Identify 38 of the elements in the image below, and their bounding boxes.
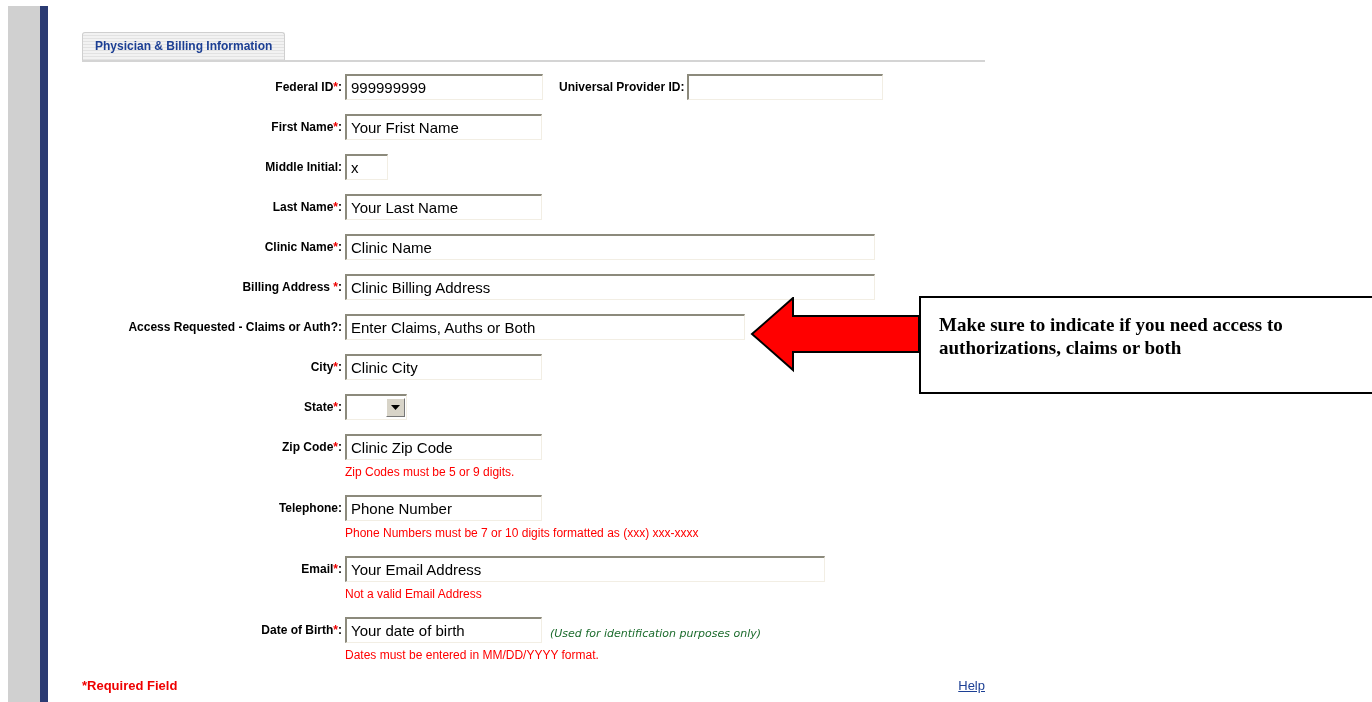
text-field[interactable]: Your Email Address <box>345 556 825 582</box>
text-field[interactable] <box>687 74 884 100</box>
text-field[interactable]: Clinic Name <box>345 234 875 260</box>
field-label: City*: <box>309 360 342 374</box>
field-label: Universal Provider ID: <box>559 80 685 94</box>
field-note: (Used for identification purposes only) <box>550 626 762 640</box>
text-field[interactable]: Enter Claims, Auths or Both <box>345 314 745 340</box>
error-message: Dates must be entered in MM/DD/YYYY format. <box>345 648 600 664</box>
field-label: Clinic Name*: <box>263 240 342 254</box>
state-dropdown[interactable] <box>345 394 407 420</box>
field-label: Federal ID*: <box>274 80 342 94</box>
text-field[interactable]: Clinic Zip Code <box>345 434 542 460</box>
caret-icon <box>391 405 400 410</box>
text-field[interactable]: Clinic Billing Address <box>345 274 875 300</box>
text-field[interactable]: Clinic City <box>345 354 542 380</box>
field-label: Date of Birth*: <box>260 623 342 637</box>
error-message: Zip Codes must be 5 or 9 digits. <box>345 465 516 481</box>
text-field[interactable]: x <box>345 154 388 180</box>
field-label: Last Name*: <box>271 200 342 214</box>
help-link[interactable]: Help <box>958 678 985 693</box>
field-label: State*: <box>303 400 342 414</box>
field-label: Middle Initial: <box>264 160 342 174</box>
text-field[interactable]: Phone Number <box>345 495 542 521</box>
field-label: Telephone: <box>277 501 342 515</box>
error-message: Phone Numbers must be 7 or 10 digits formatted as (xxx) xxx-xxxx <box>345 526 700 542</box>
text-field[interactable]: Your Frist Name <box>345 114 542 140</box>
field-label: Zip Code*: <box>281 440 342 454</box>
text-field[interactable]: Your date of birth <box>345 617 542 643</box>
error-message: Not a valid Email Address <box>345 587 483 603</box>
required-note: *Required Field <box>82 678 178 693</box>
field-label: Billing Address *: <box>241 280 342 294</box>
callout-text: Make sure to indicate if you need access to authorizations, claims or both <box>919 296 1372 394</box>
field-label: First Name*: <box>270 120 342 134</box>
text-field[interactable]: Your Last Name <box>345 194 542 220</box>
field-label: Email*: <box>300 562 342 576</box>
field-label: Access Requested - Claims or Auth?: <box>127 320 342 334</box>
text-field[interactable]: 999999999 <box>345 74 543 100</box>
form-tab[interactable]: Physician & Billing Information <box>82 32 286 60</box>
